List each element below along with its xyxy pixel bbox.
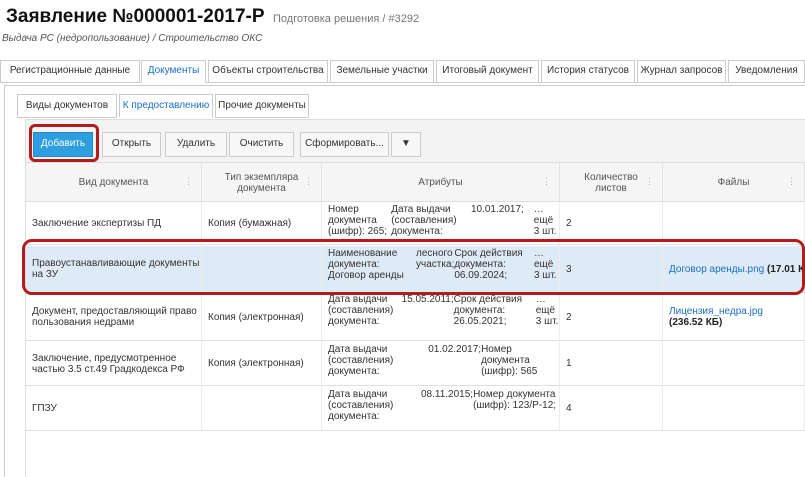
cell-copy-type: Копия (электронная): [202, 294, 322, 340]
column-menu-icon[interactable]: ⋮: [304, 176, 313, 187]
cell-files: Лицензия_недра.jpg (236.52 КБ): [663, 294, 805, 340]
cell-copy-type: [202, 246, 322, 292]
tab-notifications[interactable]: Уведомления: [728, 60, 805, 83]
page-header: Заявление №000001-2017-Р Подготовка реше…: [6, 6, 419, 28]
table-row[interactable]: Заключение экспертизы ПД Копия (бумажная…: [26, 202, 805, 245]
table-row[interactable]: Документ, предоставляющий право пользова…: [26, 294, 805, 341]
attr-more[interactable]: … ещё 3 шт.: [524, 204, 559, 237]
file-size: (236.52 КБ): [669, 317, 723, 328]
column-doc-type-label: Вид документа: [78, 177, 149, 188]
file-link[interactable]: Договор аренды.png: [669, 264, 764, 275]
cell-doc-type: ГПЗУ: [26, 387, 202, 430]
file-link[interactable]: Лицензия_недра.jpg: [669, 306, 763, 317]
delete-button[interactable]: Удалить: [165, 132, 227, 157]
column-attrs[interactable]: Атрибуты ⋮: [322, 163, 560, 202]
column-attrs-label: Атрибуты: [418, 177, 463, 188]
subtab-other-documents[interactable]: Прочие документы: [215, 94, 309, 118]
service-subtitle: Выдача РС (недропользование) / Строитель…: [2, 33, 263, 44]
cell-files: [663, 387, 805, 430]
grid-header: Вид документа ⋮ Тип экземпляра документа…: [26, 162, 805, 202]
subtab-to-provide[interactable]: К предоставлению: [119, 94, 213, 118]
cell-sheets: 2: [560, 202, 663, 244]
cell-files: [663, 202, 805, 244]
cell-sheets: 4: [560, 387, 663, 430]
tab-land-plots[interactable]: Земельные участки: [330, 60, 434, 83]
cell-sheets: 3: [560, 246, 663, 292]
column-files-label: Файлы: [717, 177, 750, 188]
top-tab-bar: Регистрационные данные Документы Объекты…: [0, 58, 805, 83]
attr-line: 01.02.2017;: [428, 344, 482, 355]
column-menu-icon[interactable]: ⋮: [787, 176, 796, 187]
cell-attrs: Дата выдачи (составления) документа: 15.…: [322, 294, 560, 340]
column-menu-icon[interactable]: ⋮: [645, 176, 654, 187]
cell-copy-type: Копия (электронная): [202, 342, 322, 385]
clear-button[interactable]: Очистить: [229, 132, 294, 157]
column-menu-icon[interactable]: ⋮: [184, 176, 193, 187]
cell-attrs: Дата выдачи (составления) документа: 08.…: [322, 387, 560, 430]
tab-status-history[interactable]: История статусов: [541, 60, 635, 83]
cell-doc-type: Заключение, предусмотренное частью 3.5 с…: [26, 342, 202, 385]
tab-final-document[interactable]: Итоговый документ: [436, 60, 539, 83]
attr-more[interactable]: … ещё 3 шт.: [526, 294, 559, 327]
attr-line: Номер документа (шифр): 265;: [328, 204, 388, 237]
cell-doc-type: Документ, предоставляющий право пользова…: [26, 294, 202, 340]
column-menu-icon[interactable]: ⋮: [542, 176, 551, 187]
attr-line: 08.11.2015;: [420, 389, 474, 400]
attr-line: Дата выдачи (составления) документа:: [328, 294, 394, 327]
cell-files: [663, 342, 805, 385]
cell-sheets: 1: [560, 342, 663, 385]
column-sheets[interactable]: Количество листов ⋮: [560, 163, 663, 202]
attr-line: Срок действия документа: 06.09.2024;: [454, 248, 523, 281]
column-copy-type[interactable]: Тип экземпляра документа ⋮: [202, 163, 322, 202]
cell-files: Договор аренды.png (17.01 КБ: [663, 246, 805, 292]
cell-attrs: Наименование документа: Договор аренды л…: [322, 246, 560, 292]
attr-more[interactable]: … ещё 3 шт.: [532, 248, 559, 281]
cell-copy-type: [202, 387, 322, 430]
attr-line: Дата выдачи (составления) документа:: [328, 344, 394, 377]
column-files[interactable]: Файлы ⋮: [663, 163, 805, 202]
table-row[interactable]: Заключение, предусмотренное частью 3.5 с…: [26, 342, 805, 386]
cell-doc-type: Правоустанавливающие документы на ЗУ: [26, 246, 202, 292]
cell-sheets: 2: [560, 294, 663, 340]
column-sheets-label: Количество листов: [584, 171, 638, 194]
documents-grid: Вид документа ⋮ Тип экземпляра документа…: [26, 162, 805, 477]
cell-doc-type: Заключение экспертизы ПД: [26, 202, 202, 244]
file-size: (17.01 КБ: [767, 263, 805, 275]
column-copy-type-label: Тип экземпляра документа: [224, 171, 299, 194]
attr-line: Номер документа (шифр): 123/Р-12;: [473, 389, 557, 411]
cell-copy-type: Копия (бумажная): [202, 202, 322, 244]
attr-line: Номер документа (шифр): 565: [481, 344, 538, 377]
page-title: Заявление №000001-2017-Р: [6, 6, 265, 27]
subtab-document-types[interactable]: Виды документов: [17, 94, 117, 118]
column-doc-type[interactable]: Вид документа ⋮: [26, 163, 202, 202]
cell-attrs: Дата выдачи (составления) документа: 01.…: [322, 342, 560, 385]
table-row-selected[interactable]: Правоустанавливающие документы на ЗУ Наи…: [26, 246, 805, 293]
add-button-highlight: [29, 124, 99, 162]
attr-line: Дата выдачи (составления) документа:: [328, 389, 394, 422]
form-button[interactable]: Сформировать...: [300, 132, 389, 157]
tab-registration[interactable]: Регистрационные данные: [0, 60, 140, 83]
attr-line: Наименование документа: Договор аренды: [328, 248, 404, 281]
form-dropdown-button[interactable]: ▼: [391, 132, 421, 157]
attr-line: 15.05.2011;: [401, 294, 454, 305]
table-row[interactable]: ГПЗУ Дата выдачи (составления) документа…: [26, 387, 805, 431]
tab-request-log[interactable]: Журнал запросов: [637, 60, 726, 83]
tab-construction-objects[interactable]: Объекты строительства: [208, 60, 328, 83]
attr-line: 10.01.2017;: [470, 204, 524, 215]
attr-line: Дата выдачи (составления) документа:: [391, 204, 457, 237]
attr-line: Срок действия документа: 26.05.2021;: [453, 294, 523, 327]
attr-line: лесного участка;: [416, 248, 455, 270]
tab-documents[interactable]: Документы: [141, 60, 206, 83]
application-status: Подготовка решения / #3292: [273, 13, 420, 25]
open-button[interactable]: Открыть: [102, 132, 161, 157]
cell-attrs: Номер документа (шифр): 265; Дата выдачи…: [322, 202, 560, 244]
